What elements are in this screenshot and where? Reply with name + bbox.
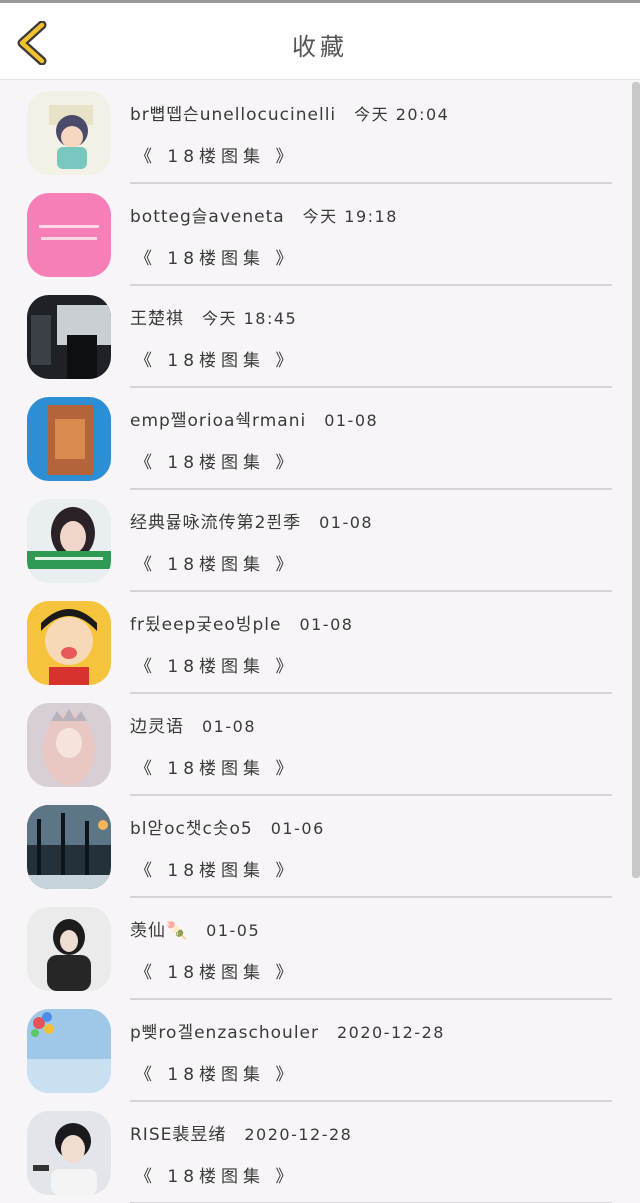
list-item[interactable]: botteg슬aveneta 今天 19:18 《 18楼图集 》 bbox=[0, 184, 632, 286]
item-name: RISE裴昱绪 bbox=[130, 1125, 227, 1145]
list-item[interactable]: 羡仙🍡 01-05 《 18楼图集 》 bbox=[0, 898, 632, 1000]
page-title: 收藏 bbox=[292, 33, 348, 61]
item-name: 经典뮳咏流传第2퓐季 bbox=[130, 513, 302, 533]
item-name: 王楚祺 bbox=[130, 309, 184, 329]
top-bar: 收藏 bbox=[0, 0, 640, 80]
item-board: 《 18楼图集 》 bbox=[135, 555, 298, 575]
list-item[interactable]: 边灵语 01-08 《 18楼图集 》 bbox=[0, 694, 632, 796]
item-name: bl앋oc챗c솟o5 bbox=[130, 819, 253, 839]
item-board: 《 18楼图集 》 bbox=[135, 759, 298, 779]
item-board: 《 18楼图集 》 bbox=[135, 453, 298, 473]
list-item[interactable]: 经典뮳咏流传第2퓐季 01-08 《 18楼图集 》 bbox=[0, 490, 632, 592]
item-name: fr됬eep궂eo빙ple bbox=[130, 615, 282, 635]
list-item[interactable]: 王楚祺 今天 18:45 《 18楼图集 》 bbox=[0, 286, 632, 388]
item-time: 2020-12-28 bbox=[244, 1125, 353, 1144]
avatar bbox=[27, 397, 111, 481]
item-board: 《 18楼图集 》 bbox=[135, 147, 298, 167]
item-name: br뼙뗍슨unellocucinelli bbox=[130, 105, 337, 125]
item-time: 01-08 bbox=[202, 717, 256, 736]
item-board: 《 18楼图集 》 bbox=[135, 351, 298, 371]
list-item[interactable]: bl앋oc챗c솟o5 01-06 《 18楼图集 》 bbox=[0, 796, 632, 898]
item-name: botteg슬aveneta bbox=[130, 207, 285, 227]
avatar bbox=[27, 601, 111, 685]
item-time: 01-08 bbox=[319, 513, 374, 532]
item-board: 《 18楼图集 》 bbox=[135, 1065, 298, 1085]
item-time: 01-06 bbox=[270, 819, 325, 838]
item-board: 《 18楼图集 》 bbox=[135, 657, 298, 677]
avatar bbox=[27, 1009, 111, 1093]
item-board: 《 18楼图集 》 bbox=[135, 861, 298, 881]
item-name: 边灵语 bbox=[130, 717, 184, 737]
list-item[interactable]: emp쨀orioa쉑rmani 01-08 《 18楼图集 》 bbox=[0, 388, 632, 490]
avatar bbox=[27, 907, 111, 991]
avatar bbox=[27, 91, 111, 175]
favorites-list: br뼙뗍슨unellocucinelli 今天 20:04 《 18楼图集 》 b… bbox=[0, 80, 640, 1203]
item-name: 羡仙🍡 bbox=[130, 921, 189, 941]
list-item[interactable]: RISE裴昱绪 2020-12-28 《 18楼图集 》 bbox=[0, 1102, 632, 1203]
item-board: 《 18楼图集 》 bbox=[135, 963, 298, 983]
avatar bbox=[27, 805, 111, 889]
item-name: p뺒ro겔enzaschouler bbox=[130, 1023, 319, 1043]
avatar bbox=[27, 295, 111, 379]
avatar bbox=[27, 1111, 111, 1195]
item-name: emp쨀orioa쉑rmani bbox=[130, 411, 307, 431]
item-time: 01-08 bbox=[299, 615, 354, 634]
item-board: 《 18楼图集 》 bbox=[135, 249, 298, 269]
item-time: 01-08 bbox=[324, 411, 379, 430]
item-board: 《 18楼图集 》 bbox=[135, 1167, 298, 1187]
item-time: 2020-12-28 bbox=[337, 1023, 445, 1042]
list-item[interactable]: p뺒ro겔enzaschouler 2020-12-28 《 18楼图集 》 bbox=[0, 1000, 632, 1102]
item-time: 今天 20:04 bbox=[354, 105, 450, 124]
scrollbar[interactable] bbox=[632, 82, 640, 878]
avatar bbox=[27, 193, 111, 277]
list-item[interactable]: br뼙뗍슨unellocucinelli 今天 20:04 《 18楼图集 》 bbox=[0, 82, 632, 184]
avatar bbox=[27, 703, 111, 787]
item-time: 今天 19:18 bbox=[302, 207, 398, 226]
item-time: 01-05 bbox=[206, 921, 261, 940]
list-item[interactable]: fr됬eep궂eo빙ple 01-08 《 18楼图集 》 bbox=[0, 592, 632, 694]
item-time: 今天 18:45 bbox=[202, 309, 298, 328]
avatar bbox=[27, 499, 111, 583]
